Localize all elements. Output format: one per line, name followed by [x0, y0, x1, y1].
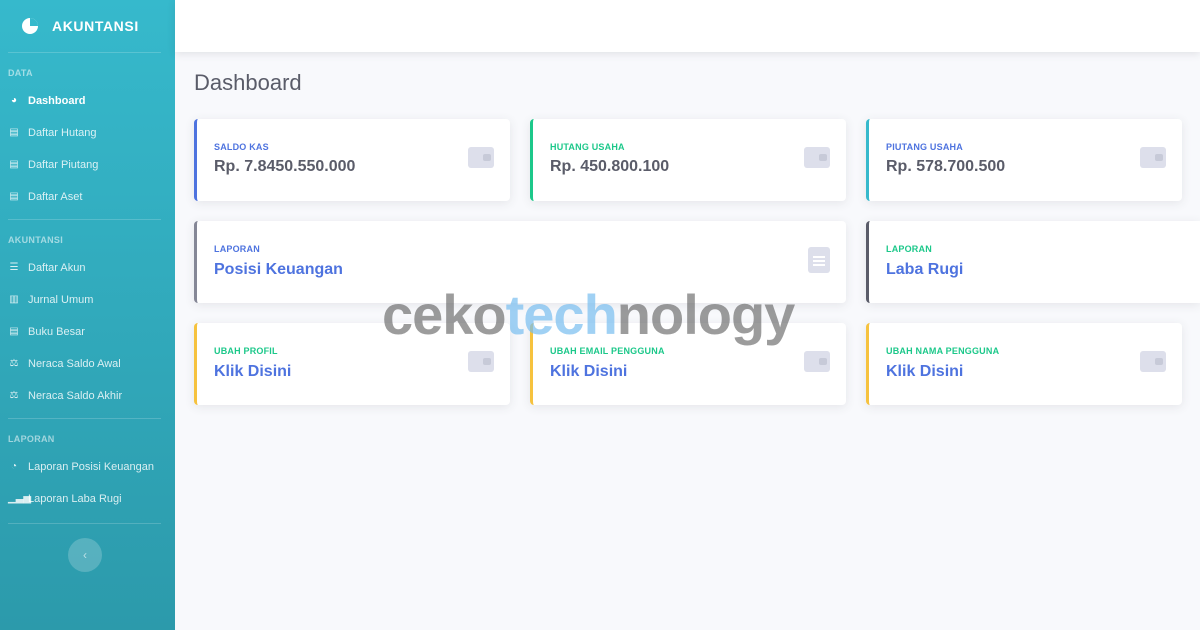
- card-value: Rp. 578.700.500: [886, 158, 1006, 175]
- card-hutang-usaha: HUTANG USAHA Rp. 450.800.100: [530, 119, 846, 201]
- book-icon: ▤: [9, 326, 19, 337]
- brand-name: AKUNTANSI: [52, 18, 139, 34]
- sidebar-item-neraca-saldo-akhir[interactable]: ⚖ Neraca Saldo Akhir: [0, 380, 175, 412]
- card-laporan-laba-rugi[interactable]: LAPORAN Laba Rugi: [866, 221, 1200, 303]
- pie-chart-icon: ◔: [10, 461, 18, 472]
- card-value: Rp. 7.8450.550.000: [214, 158, 356, 175]
- card-ubah-profil[interactable]: UBAH PROFIL Klik Disini: [194, 323, 510, 405]
- card-label: UBAH EMAIL PENGGUNA: [550, 346, 665, 356]
- card-laporan-posisi-keuangan[interactable]: LAPORAN Posisi Keuangan: [194, 221, 846, 303]
- sidebar-item-label: Daftar Hutang: [28, 127, 97, 139]
- card-value: Rp. 450.800.100: [550, 158, 670, 175]
- sidebar-toggle-button[interactable]: ‹: [68, 538, 102, 572]
- pie-chart-logo-icon: [22, 18, 38, 34]
- wallet-icon: [1140, 351, 1166, 372]
- wallet-icon: [468, 351, 494, 372]
- sidebar-item-label: Daftar Aset: [28, 191, 83, 203]
- sidebar-item-neraca-saldo-awal[interactable]: ⚖ Neraca Saldo Awal: [0, 348, 175, 380]
- sidebar-item-label: Laporan Laba Rugi: [28, 493, 122, 505]
- sidebar-item-daftar-akun[interactable]: ☰ Daftar Akun: [0, 252, 175, 284]
- wallet-icon: [1140, 147, 1166, 168]
- brand[interactable]: AKUNTANSI: [0, 0, 175, 52]
- card-ubah-email[interactable]: UBAH EMAIL PENGGUNA Klik Disini: [530, 323, 846, 405]
- balance-scale-icon: ⚖: [9, 358, 19, 369]
- sidebar-item-laporan-posisi-keuangan[interactable]: ◔ Laporan Posisi Keuangan: [0, 451, 175, 483]
- sidebar-item-label: Neraca Saldo Awal: [28, 358, 121, 370]
- sidebar-item-daftar-aset[interactable]: ▤ Daftar Aset: [0, 181, 175, 213]
- sidebar-item-daftar-piutang[interactable]: ▤ Daftar Piutang: [0, 149, 175, 181]
- sidebar-item-jurnal-umum[interactable]: ▥ Jurnal Umum: [0, 284, 175, 316]
- card-piutang-usaha: PIUTANG USAHA Rp. 578.700.500: [866, 119, 1182, 201]
- sidebar-item-label: Buku Besar: [28, 326, 85, 338]
- bar-chart-icon: ▁▃▅: [8, 493, 32, 504]
- sidebar: AKUNTANSI DATA ◕ Dashboard ▤ Daftar Huta…: [0, 0, 175, 630]
- wallet-icon: [804, 147, 830, 168]
- book-icon: [808, 247, 830, 273]
- sidebar-item-label: Dashboard: [28, 95, 86, 107]
- books-icon: ▥: [9, 294, 19, 305]
- sidebar-item-laporan-laba-rugi[interactable]: ▁▃▅ Laporan Laba Rugi: [0, 483, 175, 515]
- sidebar-divider: [8, 523, 161, 524]
- card-label: PIUTANG USAHA: [886, 142, 963, 152]
- book-icon: ▤: [9, 191, 19, 202]
- ubah-email-link[interactable]: Klik Disini: [550, 363, 627, 381]
- gauge-icon: ◕: [10, 95, 18, 106]
- sidebar-item-label: Jurnal Umum: [28, 294, 94, 306]
- list-icon: ☰: [9, 262, 19, 273]
- book-icon: ▤: [9, 159, 19, 170]
- sidebar-item-buku-besar[interactable]: ▤ Buku Besar: [0, 316, 175, 348]
- sidebar-item-daftar-hutang[interactable]: ▤ Daftar Hutang: [0, 117, 175, 149]
- wallet-icon: [468, 147, 494, 168]
- sidebar-item-label: Daftar Piutang: [28, 159, 99, 171]
- sidebar-item-label: Daftar Akun: [28, 262, 86, 274]
- card-label: UBAH PROFIL: [214, 346, 278, 356]
- topbar: [175, 0, 1200, 52]
- page-title: Dashboard: [194, 70, 302, 95]
- ubah-profil-link[interactable]: Klik Disini: [214, 363, 291, 381]
- ubah-nama-link[interactable]: Klik Disini: [886, 363, 963, 381]
- chevron-left-icon: ‹: [83, 548, 87, 562]
- card-label: LAPORAN: [886, 244, 932, 254]
- card-label: SALDO KAS: [214, 142, 269, 152]
- wallet-icon: [804, 351, 830, 372]
- sidebar-item-dashboard[interactable]: ◕ Dashboard: [0, 85, 175, 117]
- posisi-keuangan-link[interactable]: Posisi Keuangan: [214, 261, 343, 279]
- sidebar-item-label: Laporan Posisi Keuangan: [28, 461, 154, 473]
- card-label: LAPORAN: [214, 244, 260, 254]
- card-label: UBAH NAMA PENGGUNA: [886, 346, 1000, 356]
- balance-scale-icon: ⚖: [9, 390, 19, 401]
- card-saldo-kas: SALDO KAS Rp. 7.8450.550.000: [194, 119, 510, 201]
- card-label: HUTANG USAHA: [550, 142, 625, 152]
- sidebar-item-label: Neraca Saldo Akhir: [28, 390, 123, 402]
- card-ubah-nama[interactable]: UBAH NAMA PENGGUNA Klik Disini: [866, 323, 1182, 405]
- book-icon: ▤: [9, 127, 19, 138]
- laba-rugi-link[interactable]: Laba Rugi: [886, 261, 963, 279]
